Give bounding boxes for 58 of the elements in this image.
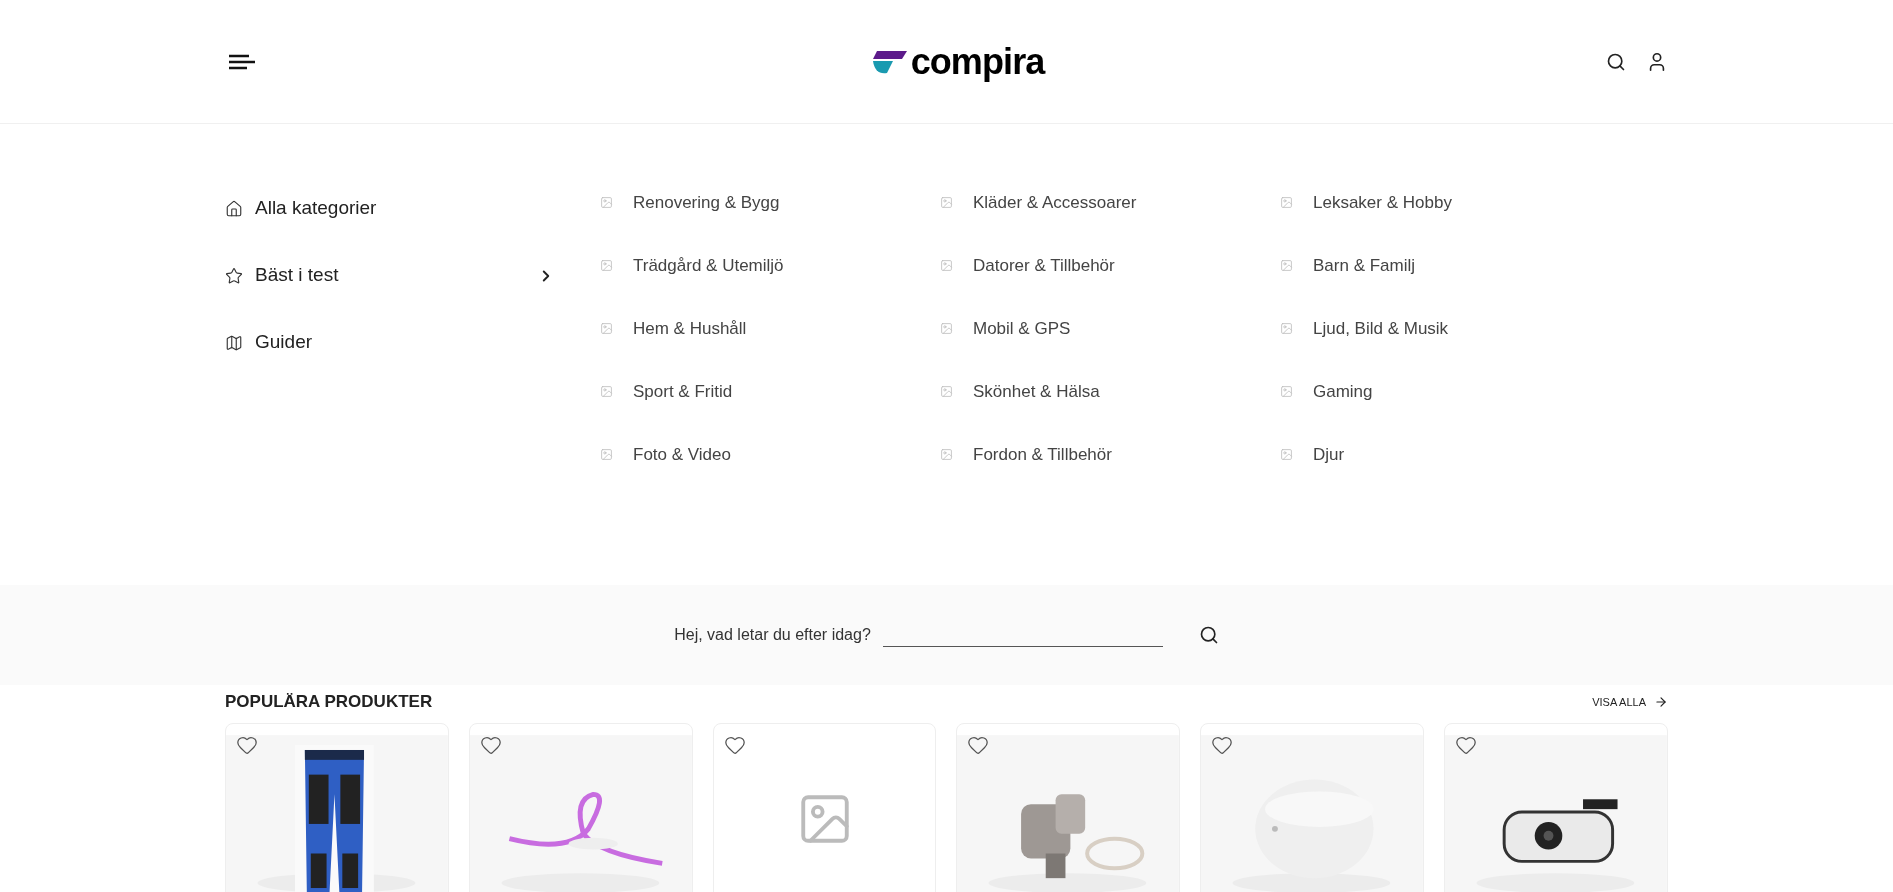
image-icon [1280, 322, 1293, 335]
menu-link[interactable]: Guider [225, 330, 555, 355]
home-icon [225, 199, 243, 218]
view-all-link[interactable]: VISA ALLA [1592, 693, 1668, 711]
favorite-button[interactable] [1211, 734, 1234, 756]
heart-icon [967, 734, 990, 756]
category-link[interactable]: Fordon & Tillbehör [940, 442, 1280, 467]
favorite-button[interactable] [967, 734, 990, 756]
star-icon [225, 266, 243, 285]
image-icon [1280, 259, 1293, 272]
image-icon [1280, 448, 1293, 461]
category-link[interactable]: Sport & Fritid [600, 379, 940, 404]
menu-link[interactable]: Bäst i test [225, 263, 555, 288]
category-link[interactable]: Hem & Hushåll [600, 316, 940, 341]
category-link[interactable]: Skönhet & Hälsa [940, 379, 1280, 404]
category-link[interactable]: Djur [1280, 442, 1620, 467]
image-icon [1280, 196, 1293, 209]
image-icon [940, 259, 953, 272]
map-icon [225, 333, 243, 352]
category-link[interactable]: Datorer & Tillbehör [940, 253, 1280, 278]
logo-icon [870, 48, 907, 75]
image-icon [940, 196, 953, 209]
image-icon [1280, 385, 1293, 398]
image-icon [600, 448, 613, 461]
logo-text: compira [910, 43, 1045, 80]
search-button[interactable] [1606, 51, 1626, 72]
heart-icon [723, 734, 746, 756]
image-icon [600, 385, 613, 398]
category-link[interactable]: Renovering & Bygg [600, 190, 940, 215]
image-icon [940, 322, 953, 335]
heart-icon [236, 734, 258, 756]
search-icon [1606, 51, 1626, 72]
search-label: Hej, vad letar du efter idag? [674, 625, 871, 645]
category-link[interactable]: Trädgård & Utemiljö [600, 253, 940, 278]
category-link[interactable]: Foto & Video [600, 442, 940, 467]
menu-icon [229, 53, 255, 70]
heart-icon [1211, 734, 1234, 756]
category-link[interactable]: Kläder & Accessoarer [940, 190, 1280, 215]
favorite-button[interactable] [479, 734, 502, 756]
category-link[interactable]: Gaming [1280, 379, 1620, 404]
heart-icon [1455, 734, 1478, 756]
category-link[interactable]: Mobil & GPS [940, 316, 1280, 341]
image-icon [940, 385, 953, 398]
category-link[interactable]: Leksaker & Hobby [1280, 190, 1620, 215]
image-icon [600, 259, 613, 272]
category-link[interactable]: Barn & Familj [1280, 253, 1620, 278]
search-submit-button[interactable] [1198, 625, 1219, 645]
favorite-button[interactable] [236, 734, 258, 756]
image-icon [600, 322, 613, 335]
favorite-button[interactable] [1455, 734, 1478, 756]
section-title: POPULÄRA PRODUKTER [225, 691, 433, 714]
favorite-button[interactable] [723, 734, 746, 756]
category-link[interactable]: Ljud, Bild & Musik [1280, 316, 1620, 341]
menu-link[interactable]: Alla kategorier [225, 196, 555, 221]
heart-icon [479, 734, 502, 756]
search-icon [1198, 625, 1219, 645]
image-icon [600, 196, 613, 209]
image-icon [940, 448, 953, 461]
